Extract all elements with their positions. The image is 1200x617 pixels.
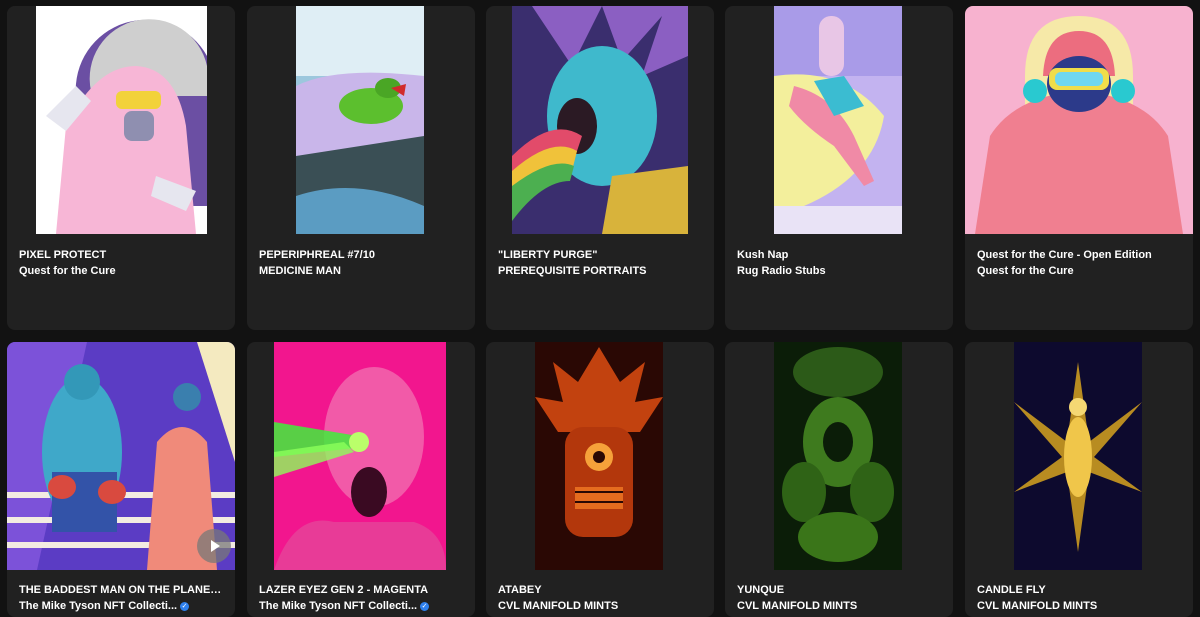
nft-thumbnail[interactable] [965, 6, 1193, 234]
nft-collection[interactable]: CVL MANIFOLD MINTS [977, 600, 1183, 612]
nft-title[interactable]: "LIBERTY PURGE" [498, 249, 704, 261]
nft-thumbnail[interactable] [247, 6, 475, 234]
nft-card[interactable]: "LIBERTY PURGE" PREREQUISITE PORTRAITS [486, 6, 714, 330]
nft-thumbnail[interactable] [725, 6, 953, 234]
nft-collection[interactable]: MEDICINE MAN [259, 265, 465, 277]
nft-collection[interactable]: The Mike Tyson NFT Collecti... ✓ [19, 600, 225, 612]
nft-collection-label: The Mike Tyson NFT Collecti... [259, 600, 418, 612]
nft-title[interactable]: YUNQUE [737, 584, 943, 596]
nft-title[interactable]: PIXEL PROTECT [19, 249, 225, 261]
nft-title[interactable]: THE BADDEST MAN ON THE PLANET E... [19, 584, 225, 596]
verified-badge-icon: ✓ [180, 601, 190, 611]
nft-card[interactable]: YUNQUE CVL MANIFOLD MINTS [725, 342, 953, 617]
nft-collection[interactable]: Quest for the Cure [19, 265, 225, 277]
nft-collection-label: The Mike Tyson NFT Collecti... [19, 600, 178, 612]
nft-title[interactable]: PEPERIPHREAL #7/10 [259, 249, 465, 261]
nft-thumbnail[interactable] [486, 342, 714, 570]
play-icon [211, 540, 220, 552]
nft-collection[interactable]: Rug Radio Stubs [737, 265, 943, 277]
nft-card[interactable]: Quest for the Cure - Open Edition Quest … [965, 6, 1193, 330]
nft-collection[interactable]: CVL MANIFOLD MINTS [498, 600, 704, 612]
artwork-image [274, 342, 446, 570]
artwork-image [296, 6, 424, 234]
nft-thumbnail[interactable] [486, 6, 714, 234]
artwork-image [535, 342, 663, 570]
artwork-image [774, 342, 902, 570]
nft-card[interactable]: Kush Nap Rug Radio Stubs [725, 6, 953, 330]
nft-thumbnail[interactable] [7, 6, 235, 234]
nft-thumbnail[interactable] [965, 342, 1193, 570]
verified-badge-icon: ✓ [420, 601, 430, 611]
nft-collection[interactable]: The Mike Tyson NFT Collecti... ✓ [259, 600, 465, 612]
nft-card[interactable]: PEPERIPHREAL #7/10 MEDICINE MAN [247, 6, 475, 330]
nft-card[interactable]: ATABEY CVL MANIFOLD MINTS [486, 342, 714, 617]
nft-collection[interactable]: Quest for the Cure [977, 265, 1183, 277]
artwork-image [1014, 342, 1142, 570]
nft-title[interactable]: ATABEY [498, 584, 704, 596]
nft-collection[interactable]: PREREQUISITE PORTRAITS [498, 265, 704, 277]
nft-card[interactable]: LAZER EYEZ GEN 2 - MAGENTA The Mike Tyso… [247, 342, 475, 617]
artwork-image [512, 6, 688, 234]
nft-card[interactable]: CANDLE FLY CVL MANIFOLD MINTS [965, 342, 1193, 617]
nft-title[interactable]: LAZER EYEZ GEN 2 - MAGENTA [259, 584, 465, 596]
nft-card[interactable]: PIXEL PROTECT Quest for the Cure [7, 6, 235, 330]
artwork-image [774, 6, 902, 234]
play-button[interactable] [197, 529, 231, 563]
nft-title[interactable]: CANDLE FLY [977, 584, 1183, 596]
artwork-image [36, 6, 207, 234]
nft-collection[interactable]: CVL MANIFOLD MINTS [737, 600, 943, 612]
nft-title[interactable]: Quest for the Cure - Open Edition [977, 249, 1183, 261]
artwork-image [965, 6, 1193, 234]
nft-thumbnail[interactable] [725, 342, 953, 570]
nft-grid: PIXEL PROTECT Quest for the Cure PEPERIP… [0, 0, 1200, 617]
nft-card[interactable]: THE BADDEST MAN ON THE PLANET E... The M… [7, 342, 235, 617]
nft-title[interactable]: Kush Nap [737, 249, 943, 261]
nft-thumbnail[interactable] [247, 342, 475, 570]
